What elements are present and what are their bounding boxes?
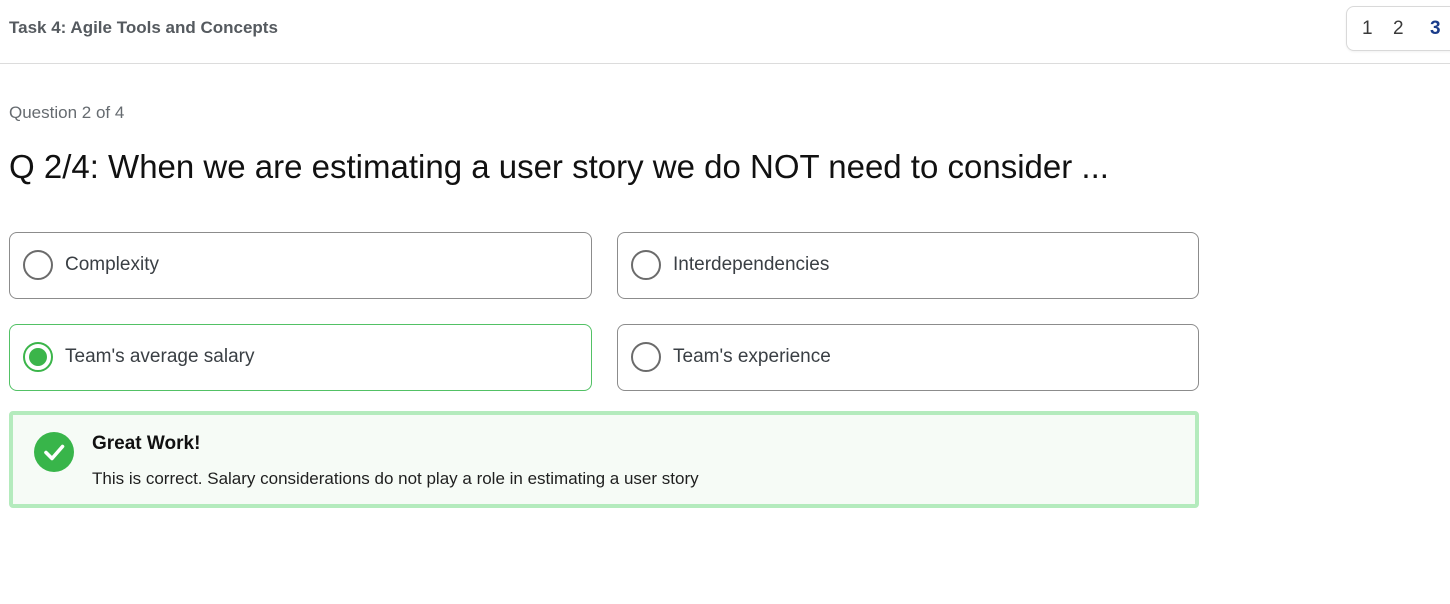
radio-button[interactable] <box>631 342 661 372</box>
answer-option-complexity[interactable]: Complexity <box>9 232 592 299</box>
answer-option-label: Team's average salary <box>65 346 255 367</box>
feedback-title: Great Work! <box>92 433 201 454</box>
answer-option-label: Team's experience <box>673 346 831 367</box>
pager-item-1[interactable]: 1 <box>1362 18 1373 40</box>
radio-button-selected[interactable] <box>23 342 53 372</box>
quiz-page: Task 4: Agile Tools and Concepts 1 2 3 Q… <box>0 0 1450 604</box>
question-title: Q 2/4: When we are estimating a user sto… <box>9 148 1109 185</box>
answer-option-experience[interactable]: Team's experience <box>617 324 1199 391</box>
pager-item-3[interactable]: 3 <box>1430 18 1441 40</box>
header: Task 4: Agile Tools and Concepts 1 2 3 <box>0 0 1450 64</box>
feedback-panel: Great Work! This is correct. Salary cons… <box>9 411 1199 508</box>
question-counter: Question 2 of 4 <box>9 103 125 122</box>
radio-button[interactable] <box>631 250 661 280</box>
answer-option-label: Interdependencies <box>673 254 830 275</box>
pager-item-2[interactable]: 2 <box>1393 18 1404 40</box>
check-circle-icon <box>34 432 74 472</box>
task-title: Task 4: Agile Tools and Concepts <box>9 18 278 37</box>
question-pager: 1 2 3 <box>1346 6 1450 51</box>
feedback-text: This is correct. Salary considerations d… <box>92 469 699 488</box>
answer-option-label: Complexity <box>65 254 159 275</box>
answer-option-average-salary[interactable]: Team's average salary <box>9 324 592 391</box>
radio-button[interactable] <box>23 250 53 280</box>
answer-option-interdependencies[interactable]: Interdependencies <box>617 232 1199 299</box>
